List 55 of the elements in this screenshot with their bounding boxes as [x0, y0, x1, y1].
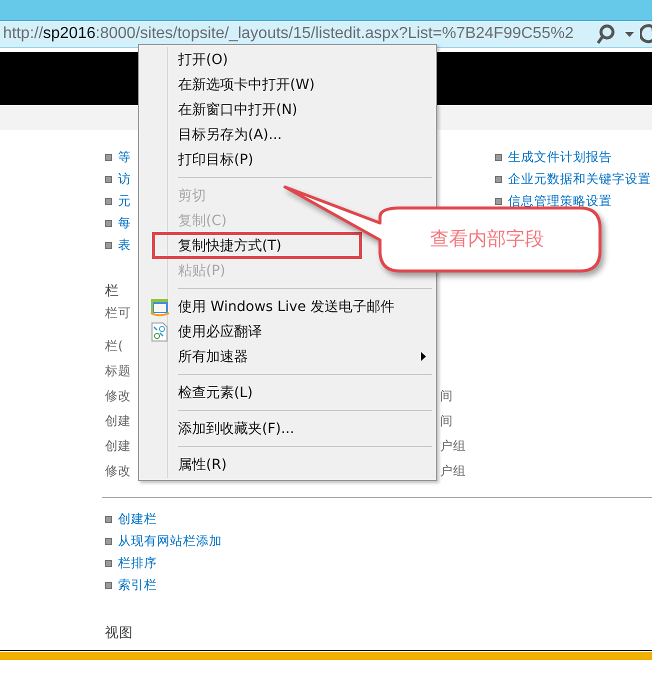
menu-item[interactable]: 添加到收藏夹(F)...	[178, 420, 294, 438]
bullet-icon	[105, 154, 112, 160]
dropdown-icon[interactable]	[625, 32, 634, 36]
settings-link[interactable]: 每	[118, 214, 131, 232]
bullet-icon	[105, 516, 112, 522]
column-name: 修改	[105, 462, 131, 480]
settings-link[interactable]: 表	[118, 236, 131, 254]
menu-item[interactable]: 复制快捷方式(T)	[178, 236, 282, 254]
bullet-icon	[495, 176, 502, 182]
section-heading: 视图	[105, 624, 133, 643]
settings-link[interactable]: 生成文件计划报告	[508, 148, 612, 166]
action-link[interactable]: 索引栏	[118, 576, 157, 594]
bullet-icon	[495, 198, 502, 204]
settings-link[interactable]: 元	[118, 192, 131, 210]
bullet-icon	[105, 176, 112, 182]
bullet-icon	[495, 154, 502, 160]
bullet-icon	[105, 242, 112, 248]
mail-icon	[150, 296, 170, 316]
column-name: 栏(	[105, 337, 123, 355]
settings-link[interactable]: 信息管理策略设置	[508, 192, 612, 210]
menu-item[interactable]: 检查元素(L)	[178, 384, 253, 402]
section-description: 栏可	[105, 304, 131, 322]
bullet-icon	[105, 560, 112, 566]
column-type: 户组	[440, 462, 466, 480]
menu-item[interactable]: 使用必应翻译	[178, 322, 262, 340]
search-icon[interactable]	[595, 24, 615, 44]
column-name: 修改	[105, 387, 131, 405]
translate-icon	[150, 322, 169, 342]
submenu-arrow-icon	[421, 352, 426, 361]
menu-item[interactable]: 打开(O)	[178, 50, 228, 68]
column-name: 创建	[105, 437, 131, 455]
column-type: 户组	[440, 437, 466, 455]
column-name: 标题	[105, 362, 131, 380]
menu-item[interactable]: 在新选项卡中打开(W)	[178, 76, 315, 94]
menu-item[interactable]: 目标另存为(A)...	[178, 126, 282, 144]
settings-link[interactable]: 访	[118, 170, 131, 188]
menu-item[interactable]: 使用 Windows Live 发送电子邮件	[178, 298, 394, 316]
menu-item[interactable]: 属性(R)	[178, 456, 227, 474]
action-link[interactable]: 从现有网站栏添加	[118, 532, 222, 550]
menu-item[interactable]: 在新窗口中打开(N)	[178, 100, 298, 118]
section-heading: 栏	[105, 282, 119, 301]
menu-item[interactable]: 打印目标(P)	[178, 150, 254, 168]
settings-link[interactable]: 企业元数据和关键字设置	[508, 170, 651, 188]
column-name: 创建	[105, 412, 131, 430]
bullet-icon	[105, 582, 112, 588]
settings-link[interactable]: 等	[118, 148, 131, 166]
callout-text: 查看内部字段	[429, 227, 545, 252]
action-link[interactable]: 创建栏	[118, 510, 157, 528]
action-link[interactable]: 栏排序	[118, 554, 157, 572]
column-type: 间	[440, 387, 453, 405]
menu-item[interactable]: 所有加速器	[178, 348, 248, 366]
bullet-icon	[105, 538, 112, 544]
column-type: 间	[440, 412, 453, 430]
bullet-icon	[105, 220, 112, 226]
bullet-icon	[105, 198, 112, 204]
